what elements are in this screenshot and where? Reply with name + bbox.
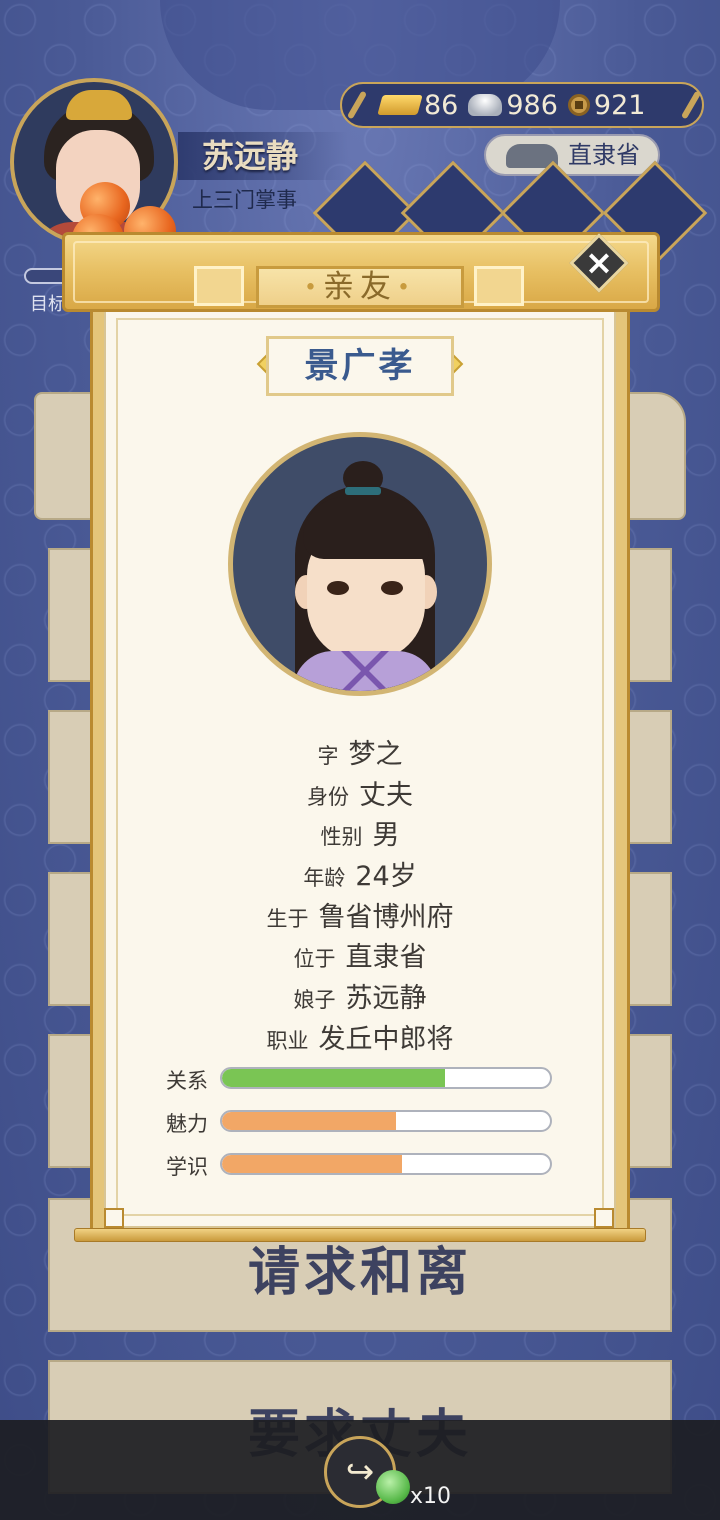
info-row-age: 年龄 24岁	[303, 861, 417, 893]
stat-knowledge: 学识	[166, 1153, 556, 1179]
stat-relationship: 关系	[166, 1067, 556, 1093]
player-name: 苏远静	[178, 132, 348, 180]
info-row-location: 位于 直隶省	[293, 942, 427, 974]
goal-label: 目标	[30, 294, 66, 315]
close-icon[interactable]: ×	[578, 242, 620, 284]
relationship-bar-fill	[222, 1069, 446, 1087]
info-row-courtesy-name: 字梦之	[317, 739, 403, 770]
stat-track	[220, 1153, 552, 1175]
currency-bar: 86 986 921	[340, 82, 704, 128]
reward-count: x10	[410, 1484, 452, 1509]
scroll-bottom-rod	[74, 1228, 646, 1242]
location-label: 直隶省	[568, 141, 640, 169]
bamboo-icon	[346, 90, 368, 120]
character-portrait	[228, 432, 492, 696]
charm-bar-fill	[222, 1112, 396, 1130]
info-row-birthplace: 生于 鲁省博州府	[266, 901, 454, 933]
character-info-list: 字梦之 身份 丈夫 性别男 年龄 24岁 生于 鲁省博州府 位于 直隶省 娘子 苏远静 职…	[104, 732, 616, 1058]
copper-coin-icon	[567, 94, 590, 116]
header-tab-right	[474, 266, 524, 306]
coin-amount: 921	[593, 89, 646, 121]
stat-charm: 魅力	[166, 1110, 556, 1136]
modal-title-text: 亲友	[323, 269, 397, 305]
info-row-gender: 性别男	[320, 820, 400, 852]
silver-ingot-icon	[468, 94, 503, 116]
jade-token-icon	[376, 1470, 410, 1504]
stat-track	[220, 1067, 552, 1089]
info-row-identity: 身份 丈夫	[307, 779, 413, 811]
character-name: 景广孝	[266, 336, 454, 396]
info-row-occupation: 职业 发丘中郎将	[266, 1023, 454, 1055]
header-tab-left	[194, 266, 244, 306]
silver-amount: 986	[506, 89, 558, 121]
bamboo-icon	[680, 90, 702, 120]
gold-ingot-icon	[377, 95, 423, 115]
gold-amount: 86	[424, 89, 459, 121]
location-button[interactable]: 直隶省	[484, 134, 660, 176]
share-icon: ↪	[345, 1452, 375, 1492]
player-title: 上三门掌事	[192, 188, 297, 212]
corner-ornament	[104, 1208, 124, 1228]
corner-ornament	[594, 1208, 614, 1228]
info-row-wife: 娘子 苏远静	[293, 983, 427, 1015]
knowledge-bar-fill	[222, 1155, 403, 1173]
stat-track	[220, 1110, 552, 1132]
modal-title: •亲友•	[256, 266, 464, 308]
